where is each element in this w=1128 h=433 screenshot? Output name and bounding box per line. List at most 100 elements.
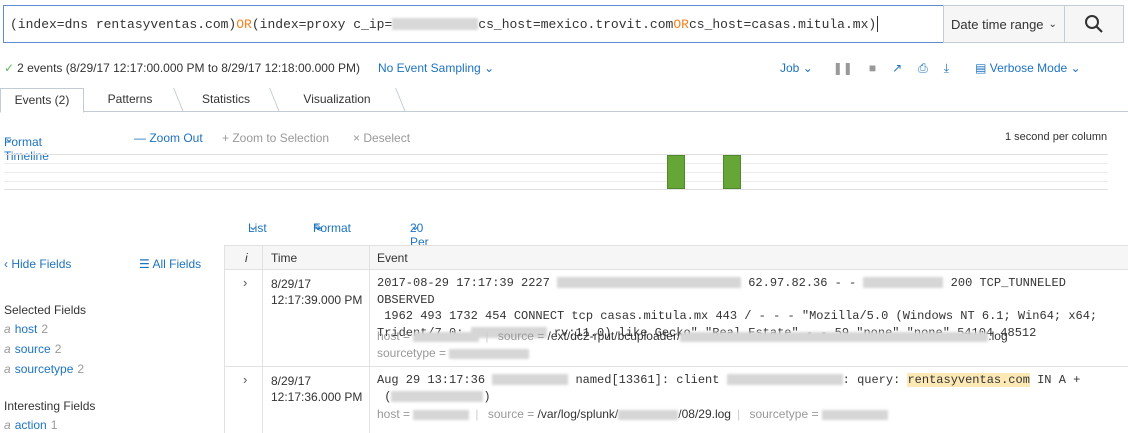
field-type: a [4,418,11,432]
source-value[interactable]: /08/29.log [678,407,731,421]
time-range-picker[interactable]: Date time range ⌄ [943,5,1065,43]
expand-row-icon[interactable]: › [243,372,247,387]
format-timeline-dropdown[interactable]: Format Timeline ⌄ [4,131,49,163]
hide-fields-link[interactable]: ‹ Hide Fields [4,257,71,271]
event-clock: 12:17:39.000 PM [271,293,363,307]
host-label: host = [377,329,411,343]
tab-patterns[interactable]: Patterns [84,88,176,112]
chevron-down-icon: ⌄ [1048,18,1057,30]
event-segment: named[13361]: client [575,373,720,387]
sourcetype-label: sourcetype = [377,346,447,360]
chevron-down-icon: ⌄ [484,61,495,75]
query-text-3: cs_host=mexico.trovit.com [478,16,674,32]
tab-visualization[interactable]: Visualization [276,88,398,112]
pause-icon[interactable]: ❚❚ [833,61,853,75]
per-page-dropdown[interactable]: 20 Per Page ⌄ [410,219,438,263]
time-range-label: Date time range [951,16,1044,32]
table-row: › 8/29/17 12:17:36.000 PM Aug 29 13:17:3… [225,367,1128,433]
all-fields-link[interactable]: ☰ All Fields [139,257,201,271]
event-time[interactable]: 8/29/17 12:17:36.000 PM [271,373,362,405]
col-event-header: Event [377,251,408,265]
search-term-highlight[interactable]: rentasyventas.com [907,373,1030,387]
field-name: host [14,322,38,336]
tab-statistics[interactable]: Statistics [180,88,272,112]
redacted-text [391,390,484,402]
tab-events-label: Events (2) [14,93,70,107]
source-value[interactable]: .log [988,329,1007,343]
redacted-host[interactable] [413,331,480,342]
field-sourcetype[interactable]: a sourcetype 2 [4,362,84,376]
timeline-bar[interactable] [667,155,685,189]
tab-patterns-label: Patterns [107,92,153,106]
list-label: List [248,221,267,235]
events-table: i Time Event › 8/29/17 12:17:39.000 PM 2… [224,245,1128,433]
search-mode-dropdown[interactable]: ▤ Verbose Mode ⌄ [975,61,1080,75]
timeline-gridline [4,163,1108,164]
field-type: a [4,342,11,356]
tab-statistics-label: Statistics [201,92,250,106]
event-segment: 1962 493 1732 454 CONNECT tcp casas.mitu… [384,309,1098,323]
event-count-summary: 2 events (8/29/17 12:17:00.000 PM to 8/2… [17,61,360,75]
deselect-button[interactable]: × Deselect [353,131,410,145]
field-host[interactable]: a host 2 [4,322,48,336]
field-source[interactable]: a source 2 [4,342,61,356]
field-action[interactable]: a action 1 [4,418,57,432]
redacted-path [680,331,989,342]
timeline-controls: Format Timeline ⌄ — Zoom Out + Zoom to S… [0,127,1128,163]
timeline-gridline [4,172,1108,173]
field-count: 2 [41,322,49,336]
event-segment: IN A + [1029,373,1081,387]
share-icon[interactable]: ↗ [892,61,902,75]
format-label: Format [313,221,352,235]
event-segment: 62.97.82.36 - - [748,276,857,290]
source-value[interactable]: /ext/dc2-rput/bcuploader/ [548,329,681,343]
redacted-sourcetype[interactable] [449,348,530,359]
timeline-scale-label: 1 second per column [1005,131,1108,143]
source-label: source = [497,329,545,343]
search-input[interactable]: (index=dns rentasyventas.com) OR (index=… [3,5,943,43]
results-tabs: Events (2) Patterns Statistics Visualiza… [0,88,1128,113]
chevron-left-icon: ‹ [4,257,8,271]
list-icon: ☰ [139,257,150,271]
col-info-header: i [245,251,248,265]
event-timeline[interactable] [4,154,1108,190]
tab-visualization-label: Visualization [303,92,371,106]
timeline-bar[interactable] [723,155,741,189]
event-metadata: sourcetype = [377,346,530,360]
job-label: Job [780,61,800,75]
event-time[interactable]: 8/29/17 12:17:39.000 PM [271,276,362,308]
event-sampling-label: No Event Sampling [377,61,481,75]
search-bar: (index=dns rentasyventas.com) OR (index=… [3,5,1124,43]
field-name: source [14,342,51,356]
event-metadata: host = | source = /ext/dc2-rput/bcupload… [377,329,1008,343]
zoom-to-selection-button[interactable]: + Zoom to Selection [222,131,329,145]
field-count: 2 [77,362,85,376]
field-count: 1 [50,418,58,432]
zoom-out-button[interactable]: — Zoom Out [134,131,203,145]
col-time-header[interactable]: Time [271,251,297,265]
host-label: host = [377,407,411,421]
export-icon[interactable]: ⤓ [944,61,949,76]
tab-events[interactable]: Events (2) [0,88,84,113]
event-sampling-dropdown[interactable]: No Event Sampling ⌄ [378,61,494,75]
source-value[interactable]: /var/log/splunk/ [538,407,619,421]
event-metadata: host = | source = /var/log/splunk//08/29… [377,407,888,421]
query-text-2: (index=proxy c_ip= [251,16,393,32]
event-segment: ( [384,389,392,404]
query-or-2: OR [673,16,689,32]
format-dropdown[interactable]: ✎ Format ⌄ [313,219,351,235]
search-mode-label: Verbose Mode [989,61,1068,75]
list-view-dropdown[interactable]: List ⌄ [248,219,267,235]
redacted-host[interactable] [413,409,470,420]
event-clock: 12:17:36.000 PM [271,390,363,404]
timeline-gridline [4,181,1108,182]
stop-icon[interactable]: ■ [869,61,876,75]
source-label: source = [487,407,535,421]
print-icon[interactable]: ⎙ [918,61,928,76]
text-caret [877,16,879,32]
expand-row-icon[interactable]: › [243,275,247,290]
search-button[interactable] [1065,5,1124,43]
job-menu[interactable]: Job ⌄ [780,61,813,75]
redacted-sourcetype[interactable] [821,409,888,420]
sourcetype-label: sourcetype = [749,407,819,421]
